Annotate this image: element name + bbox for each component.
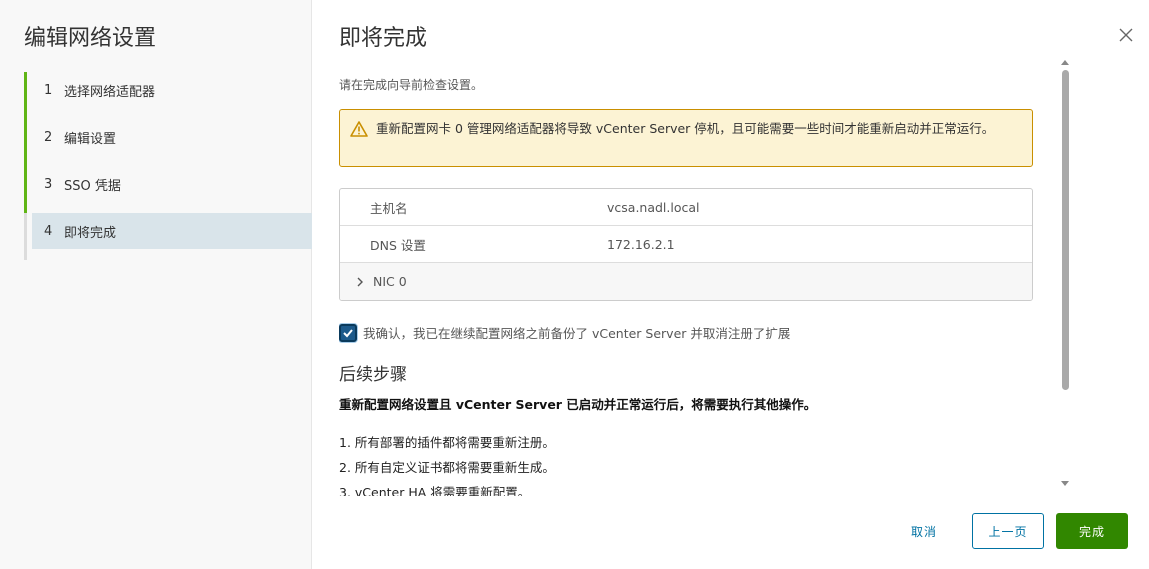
previous-button[interactable]: 上一页: [972, 513, 1044, 549]
list-item: 2. 所有自定义证书都将需要重新生成。: [339, 460, 555, 475]
chevron-right-icon: [357, 277, 363, 286]
step-edit-settings[interactable]: 2 编辑设置: [24, 119, 312, 166]
confirm-label[interactable]: 我确认，我已在继续配置网络之前备份了 vCenter Server 并取消注册了…: [363, 323, 790, 342]
step-number: 1: [44, 82, 53, 98]
checkmark-icon: [343, 328, 353, 337]
step-number: 2: [44, 129, 53, 145]
step-select-adapter[interactable]: 1 选择网络适配器: [24, 72, 312, 119]
close-button[interactable]: [1117, 26, 1135, 44]
table-row: DNS 设置 172.16.2.1: [340, 226, 1032, 263]
nic-row: NIC 0: [340, 263, 1032, 300]
table-row: 主机名 vcsa.nadl.local: [340, 189, 1032, 226]
wizard-nav: 编辑网络设置 1 选择网络适配器 2 编辑设置 3 SSO 凭据 4 即将完成: [0, 0, 312, 569]
warning-icon: [350, 121, 368, 137]
row-value: 172.16.2.1: [607, 236, 675, 252]
review-content[interactable]: 请在完成向导前检查设置。 重新配置网卡 0 管理网络适配器将导致 vCenter…: [339, 74, 1033, 496]
wizard-title: 编辑网络设置: [24, 26, 157, 51]
scrollbar[interactable]: [1060, 58, 1070, 488]
step-number: 4: [44, 223, 53, 239]
summary-table: 主机名 vcsa.nadl.local DNS 设置 172.16.2.1 NI…: [339, 188, 1033, 301]
cancel-button[interactable]: 取消: [894, 513, 954, 549]
wizard-main: 即将完成 请在完成向导前检查设置。 重新配置网卡 0 管理网络适配器将导致 vC…: [312, 0, 1149, 569]
backup-confirmation: 我确认，我已在继续配置网络之前备份了 vCenter Server 并取消注册了…: [339, 323, 1033, 342]
scroll-down-icon[interactable]: [1060, 480, 1070, 488]
nic-label: NIC 0: [373, 274, 407, 289]
scrollbar-thumb[interactable]: [1062, 70, 1069, 390]
step-ready-to-complete[interactable]: 4 即将完成: [24, 213, 312, 260]
finish-button[interactable]: 完成: [1056, 513, 1128, 549]
row-key: 主机名: [370, 200, 408, 216]
warning-alert: 重新配置网卡 0 管理网络适配器将导致 vCenter Server 停机，且可…: [339, 109, 1033, 167]
row-key: DNS 设置: [370, 237, 426, 253]
alert-text: 重新配置网卡 0 管理网络适配器将导致 vCenter Server 停机，且可…: [376, 121, 995, 136]
next-steps-description: 重新配置网络设置且 vCenter Server 已启动并正常运行后，将需要执行…: [339, 397, 817, 412]
step-label: 即将完成: [64, 225, 117, 241]
step-label: SSO 凭据: [64, 178, 121, 194]
nic-expander[interactable]: NIC 0: [340, 274, 407, 289]
next-steps-heading: 后续步骤: [339, 365, 407, 385]
scroll-up-icon[interactable]: [1060, 58, 1070, 66]
row-value: vcsa.nadl.local: [607, 199, 700, 215]
list-item: 3. vCenter HA 将需要重新配置。: [339, 485, 531, 496]
next-steps-list: 1. 所有部署的插件都将需要重新注册。 2. 所有自定义证书都将需要重新生成。 …: [339, 430, 1033, 496]
close-icon: [1119, 28, 1133, 42]
step-list: 1 选择网络适配器 2 编辑设置 3 SSO 凭据 4 即将完成: [24, 72, 312, 260]
step-number: 3: [44, 176, 53, 192]
confirm-checkbox[interactable]: [339, 323, 357, 342]
step-label: 编辑设置: [64, 131, 117, 147]
list-item: 1. 所有部署的插件都将需要重新注册。: [339, 435, 555, 450]
page-title: 即将完成: [339, 26, 428, 51]
step-label: 选择网络适配器: [64, 84, 156, 100]
step-sso-credentials[interactable]: 3 SSO 凭据: [24, 166, 312, 213]
intro-text: 请在完成向导前检查设置。: [339, 78, 484, 92]
